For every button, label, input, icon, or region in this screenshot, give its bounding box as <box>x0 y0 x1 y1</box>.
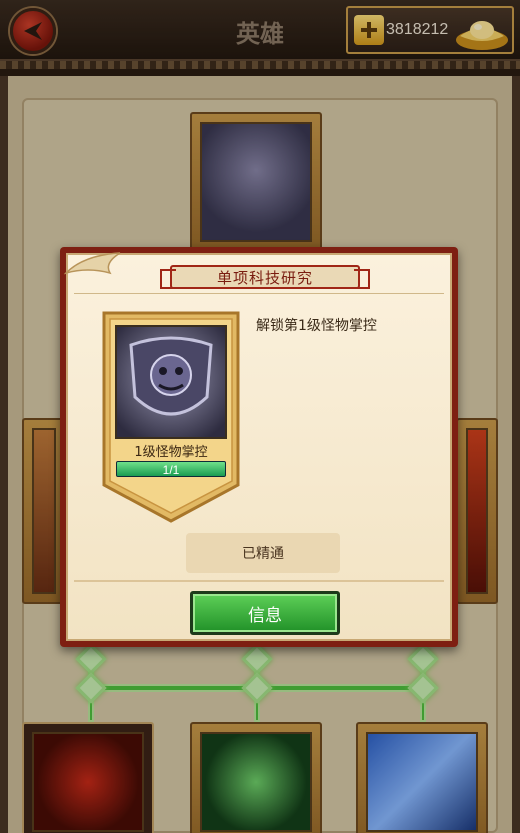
gold-amount: 3818212 <box>386 21 449 38</box>
divider <box>74 580 444 582</box>
top-bar: 英雄 3818212 <box>0 0 520 69</box>
dialog-body: 单项科技研究 1级怪物掌控 1/1 解锁第1级怪物掌控 已精通 信息 <box>64 252 452 641</box>
mastered-status: 已精通 <box>186 533 340 573</box>
info-button[interactable]: 信息 <box>190 591 340 635</box>
tree-card-bottom-right[interactable] <box>356 722 488 833</box>
tree-card-mid-right[interactable] <box>456 418 498 604</box>
gold-ingot-icon <box>456 21 508 50</box>
dialog-title-banner: 单项科技研究 <box>160 265 370 289</box>
tree-card-top[interactable] <box>190 112 322 252</box>
skill-progress-bar: 1/1 <box>116 461 226 477</box>
warrior-icon <box>366 732 478 832</box>
tech-research-dialog: 单项科技研究 1级怪物掌控 1/1 解锁第1级怪物掌控 已精通 信息 <box>60 247 458 647</box>
dialog-title: 单项科技研究 <box>216 268 313 287</box>
gold-counter[interactable]: 3818212 <box>346 6 514 54</box>
axe-icon <box>32 428 56 594</box>
scroll-decoration-icon <box>64 252 121 275</box>
skill-description: 解锁第1级怪物掌控 <box>256 318 377 334</box>
green-shield-icon <box>200 732 312 832</box>
skill-name: 1级怪物掌控 <box>134 445 208 460</box>
skill-badge: 1级怪物掌控 1/1 <box>102 311 240 523</box>
tree-card-bottom-left[interactable] <box>22 722 154 833</box>
monster-shield-icon <box>115 325 227 439</box>
progress-text: 1/1 <box>162 463 180 477</box>
fire-icon <box>466 428 488 594</box>
plus-icon <box>361 22 377 38</box>
tree-card-bottom-center[interactable] <box>190 722 322 833</box>
monster-shield-icon <box>200 122 312 242</box>
add-gold-button[interactable] <box>354 15 384 45</box>
divider <box>74 293 444 294</box>
red-shield-icon <box>32 732 144 832</box>
